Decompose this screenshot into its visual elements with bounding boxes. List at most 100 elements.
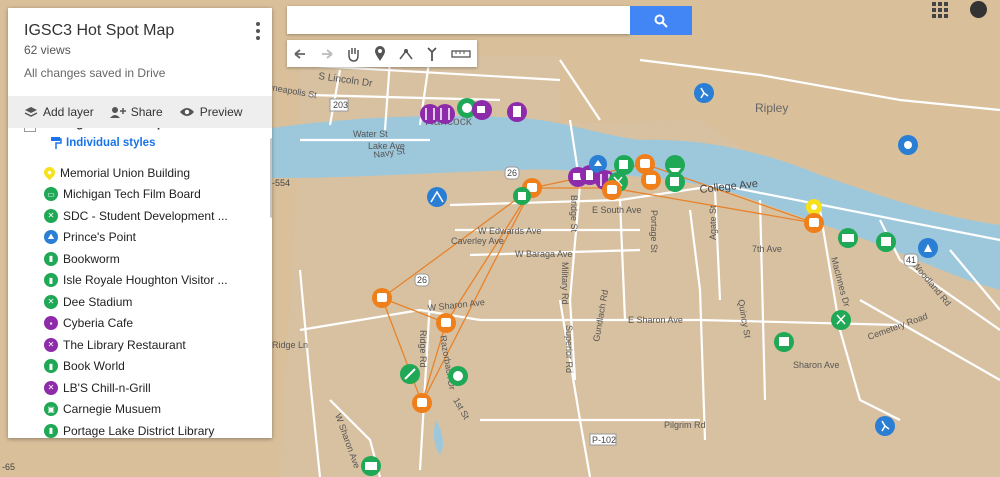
search-button[interactable] [630,6,692,35]
marker-sports-icon[interactable] [400,364,420,384]
marker-book-icon[interactable] [614,155,634,175]
draw-line-icon [399,48,413,59]
place-label: Portage Lake District Library [63,423,215,438]
marker-star-icon[interactable] [898,135,918,155]
place-item[interactable]: ✕ Dee Stadium [44,291,228,313]
marker-beer-icon[interactable] [507,102,527,122]
map-label-ridge: Ridge Rd [418,330,428,368]
draw-line-button[interactable] [393,40,419,67]
place-label: Memorial Union Building [60,165,191,180]
share-label: Share [130,105,163,119]
marker-bus-icon[interactable] [602,180,622,200]
apps-grid-icon[interactable] [932,2,948,18]
search-icon [654,14,668,28]
route-m554-label: -554 [272,178,290,188]
pin-icon: ● [41,164,58,181]
map-label-seventh: 7th Ave [752,244,782,254]
search-input[interactable] [287,6,630,34]
directions-button[interactable] [419,40,445,67]
marker-campfire-icon[interactable] [918,238,938,258]
place-label: The Library Restaurant [63,337,186,352]
individual-styles-link[interactable]: Individual styles [50,136,155,150]
map-label-portage: Portage St [649,210,659,253]
style-label: Individual styles [66,137,156,149]
marker-hiker-icon[interactable] [694,83,714,103]
utensils-icon: ✕ [44,380,58,395]
map-label-military: Military Rd [560,262,570,305]
place-item[interactable]: ✕ LB'S Chill-n-Grill [44,377,228,399]
undo-icon [294,48,306,59]
marker-bus-icon[interactable] [804,213,824,233]
marker-playground-icon[interactable] [427,187,447,207]
place-item[interactable]: ▣ Carnegie Musuem [44,399,228,421]
place-item[interactable]: ⛰ Prince's Point [44,227,228,249]
account-avatar[interactable] [970,1,987,18]
preview-button[interactable]: Preview [179,105,242,119]
marker-bowling-icon[interactable] [448,366,468,386]
map-label-esouth: E South Ave [592,205,641,215]
place-label: LB'S Chill-n-Grill [63,380,151,395]
route-203-label: 203 [333,100,348,110]
marker-restaurant-icon[interactable] [435,104,455,124]
place-item[interactable]: ▪ Cyberia Cafe [44,313,228,335]
marker-museum-icon[interactable] [876,232,896,252]
redo-button[interactable] [313,40,339,67]
place-item[interactable]: ▭ Michigan Tech Film Board [44,184,228,206]
share-button[interactable]: Share [109,105,163,119]
utensils-icon: ✕ [44,337,58,352]
view-count: 62 views [24,43,71,57]
marker-hiker-icon[interactable] [875,416,895,436]
marker-icon [374,45,385,61]
marker-hockey-icon[interactable] [831,310,851,330]
undo-button[interactable] [287,40,313,67]
place-item[interactable]: ● Memorial Union Building [41,162,228,184]
map-label-pilgrim: Pilgrim Rd [664,420,706,430]
route-m65-label: -65 [2,462,15,472]
hiker-icon: ⛰ [44,230,58,245]
more-options-icon[interactable] [256,22,260,43]
directions-icon [427,46,438,61]
place-item[interactable]: ▮ Portage Lake District Library [44,420,228,438]
place-item[interactable]: ✕ SDC - Student Development ... [44,205,228,227]
book-icon: ▮ [44,423,58,438]
marker-pin-icon[interactable] [806,199,822,215]
map-label-esharon: E Sharon Ave [628,315,683,325]
map-label-wbaraga: W Baraga Ave [515,249,572,259]
pan-button[interactable] [340,40,366,67]
add-person-icon [109,107,126,118]
book-icon: ▮ [44,359,58,374]
marker-film-icon[interactable] [361,456,381,476]
map-label-ridgeln: Ridge Ln [272,340,308,350]
add-marker-button[interactable] [366,40,392,67]
measure-button[interactable] [446,40,477,67]
marker-cafe-icon[interactable] [472,100,492,120]
map-label-ripley: Ripley [755,101,788,115]
marker-film-icon[interactable] [838,228,858,248]
place-item[interactable]: ▮ Book World [44,356,228,378]
cup-icon: ▪ [44,316,58,331]
add-layer-label: Add layer [43,105,94,119]
marker-book-icon[interactable] [665,172,685,192]
hockey-icon: ✕ [44,294,58,309]
marker-bus-icon[interactable] [412,393,432,413]
map-title[interactable]: IGSC3 Hot Spot Map [24,22,256,40]
layers-icon [24,107,38,117]
panel-scrollbar[interactable] [270,138,272,218]
marker-bus-icon[interactable] [436,313,456,333]
place-item[interactable]: ▮ Isle Royale Houghton Visitor ... [44,270,228,292]
map-label-wedwards: W Edwards Ave [478,226,541,236]
marker-museum-icon[interactable] [774,332,794,352]
eye-icon [179,108,194,116]
route-26b-label: 26 [507,168,517,178]
place-label: Carnegie Musuem [63,402,162,417]
place-item[interactable]: ✕ The Library Restaurant [44,334,228,356]
place-label: Bookworm [63,251,120,266]
add-layer-button[interactable]: Add layer [24,105,94,119]
marker-book-icon[interactable] [513,187,531,205]
place-item[interactable]: ▮ Bookworm [44,248,228,270]
book-icon: ▮ [44,273,58,288]
map-label-bridge: Bridge St [569,195,579,233]
map-label-sharonave: Sharon Ave [793,360,839,370]
marker-bus-icon[interactable] [372,288,392,308]
marker-bus-icon[interactable] [641,170,661,190]
